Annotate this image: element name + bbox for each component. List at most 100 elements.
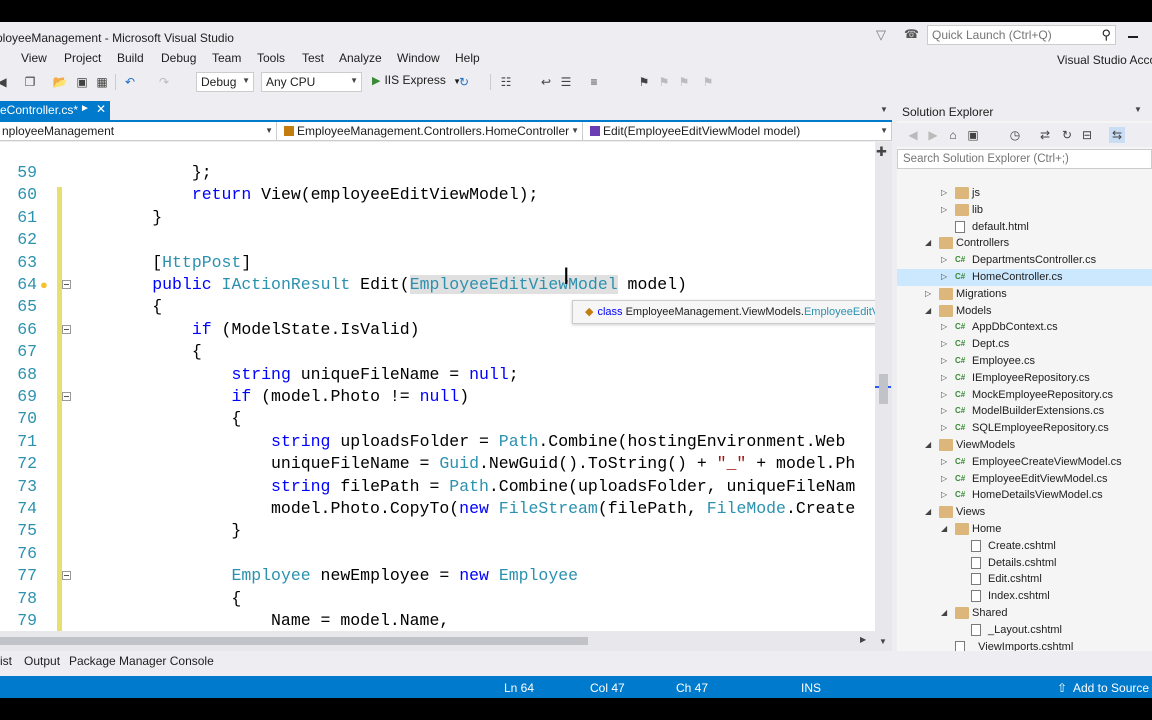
- split-window-icon[interactable]: ✚: [876, 144, 887, 160]
- bookmark-icon[interactable]: ⚑: [636, 74, 652, 90]
- collapse-arrow-icon[interactable]: ◢: [925, 437, 935, 453]
- code-text[interactable]: public IActionResult Edit(EmployeeEditVi…: [73, 274, 687, 296]
- code-text[interactable]: {: [73, 296, 162, 318]
- code-text[interactable]: }: [73, 520, 241, 542]
- code-text[interactable]: string filePath = Path.Combine(uploadsFo…: [73, 476, 855, 498]
- expand-arrow-icon[interactable]: ▷: [941, 185, 951, 201]
- code-line[interactable]: 69 if (model.Photo != null): [0, 386, 875, 408]
- tree-node[interactable]: ▷ C# HomeController.cs: [897, 269, 1152, 286]
- solution-configuration-combo[interactable]: Debug ▼: [196, 72, 254, 92]
- tree-node[interactable]: Create.cshtml: [897, 538, 1152, 555]
- expand-arrow-icon[interactable]: ▷: [941, 202, 951, 218]
- code-line[interactable]: 63 [HttpPost]: [0, 252, 875, 274]
- collapse-icon[interactable]: [62, 324, 71, 334]
- new-project-icon[interactable]: ❐: [22, 74, 38, 90]
- tree-node[interactable]: ▷ C# EmployeeEditViewModel.cs: [897, 471, 1152, 488]
- tab-error-list[interactable]: ist: [0, 654, 12, 668]
- account-label[interactable]: Visual Studio Accou: [1057, 53, 1152, 67]
- refresh-icon[interactable]: ↻: [1059, 127, 1075, 143]
- menu-item-test[interactable]: Test: [302, 51, 324, 65]
- upload-icon[interactable]: ⇧: [1057, 681, 1067, 695]
- scroll-down-icon[interactable]: ▼: [879, 637, 887, 646]
- expand-arrow-icon[interactable]: ▷: [941, 471, 951, 487]
- tab-package-manager-console[interactable]: Package Manager Console: [69, 654, 214, 668]
- menu-item-project[interactable]: Project: [64, 51, 101, 65]
- tree-node[interactable]: ▷ C# SQLEmployeeRepository.cs: [897, 420, 1152, 437]
- code-text[interactable]: {: [73, 341, 202, 363]
- tree-node[interactable]: ▷ js: [897, 185, 1152, 202]
- menu-item-analyze[interactable]: Analyze: [339, 51, 382, 65]
- code-line[interactable]: 79 Name = model.Name,: [0, 610, 875, 631]
- collapse-arrow-icon[interactable]: ◢: [925, 504, 935, 520]
- collapse-icon[interactable]: [62, 280, 71, 289]
- menu-item-view[interactable]: View: [21, 51, 47, 65]
- tree-node[interactable]: default.html: [897, 219, 1152, 236]
- expand-arrow-icon[interactable]: ▷: [925, 286, 935, 302]
- expand-arrow-icon[interactable]: ▷: [941, 353, 951, 369]
- tab-output[interactable]: Output: [24, 654, 60, 668]
- collapse-icon[interactable]: [62, 392, 71, 401]
- run-button[interactable]: ▶ IIS Express ▼: [372, 73, 461, 91]
- tree-node[interactable]: ◢ Views: [897, 504, 1152, 521]
- close-icon[interactable]: ✕: [96, 102, 106, 116]
- code-line[interactable]: 61 }: [0, 207, 875, 229]
- menu-item-help[interactable]: Help: [455, 51, 480, 65]
- tree-node[interactable]: ◢ Controllers: [897, 235, 1152, 252]
- code-line[interactable]: 67 {: [0, 341, 875, 363]
- pin-icon[interactable]: ►: [80, 103, 90, 114]
- code-text[interactable]: [HttpPost]: [73, 252, 251, 274]
- expand-arrow-icon[interactable]: ▷: [941, 269, 951, 285]
- save-all-icon[interactable]: ▦: [94, 74, 110, 90]
- code-editor[interactable]: 59 }; 60 return View(employeeEditViewMode…: [0, 142, 875, 631]
- code-line[interactable]: 62: [0, 229, 875, 251]
- tree-node[interactable]: ◢ Shared: [897, 605, 1152, 622]
- code-text[interactable]: if (ModelState.IsValid): [73, 319, 420, 341]
- code-text[interactable]: };: [73, 162, 212, 184]
- back-icon[interactable]: ◀: [905, 127, 921, 143]
- tree-node[interactable]: ◢ Home: [897, 521, 1152, 538]
- code-text[interactable]: {: [73, 408, 241, 430]
- expand-arrow-icon[interactable]: ▷: [941, 252, 951, 268]
- collapse-arrow-icon[interactable]: ◢: [941, 605, 951, 621]
- tree-node[interactable]: ▷ C# AppDbContext.cs: [897, 319, 1152, 336]
- tree-node[interactable]: ▷ C# MockEmployeeRepository.cs: [897, 387, 1152, 404]
- code-text[interactable]: {: [73, 588, 241, 610]
- tree-node[interactable]: _Layout.cshtml: [897, 622, 1152, 639]
- home-icon[interactable]: ⌂: [945, 127, 961, 143]
- expand-arrow-icon[interactable]: ▷: [941, 403, 951, 419]
- code-text[interactable]: Name = model.Name,: [73, 610, 449, 631]
- menu-item-build[interactable]: Build: [117, 51, 144, 65]
- format-icon[interactable]: ≡: [586, 74, 602, 90]
- code-line[interactable]: 71 string uploadsFolder = Path.Combine(h…: [0, 431, 875, 453]
- save-icon[interactable]: ▣: [74, 74, 90, 90]
- expand-arrow-icon[interactable]: ▷: [941, 454, 951, 470]
- code-text[interactable]: string uniqueFileName = null;: [73, 364, 518, 386]
- code-line[interactable]: 74 model.Photo.CopyTo(new FileStream(fil…: [0, 498, 875, 520]
- step-icon[interactable]: ↩: [538, 74, 554, 90]
- tree-node[interactable]: Index.cshtml: [897, 588, 1152, 605]
- vertical-scrollbar[interactable]: ✚ ▼: [875, 142, 892, 651]
- collapse-icon[interactable]: [62, 571, 71, 581]
- collapse-arrow-icon[interactable]: ◢: [925, 235, 935, 251]
- collapse-arrow-icon[interactable]: ◢: [925, 303, 935, 319]
- solution-search[interactable]: [897, 149, 1152, 169]
- quick-launch-input[interactable]: [928, 26, 1093, 44]
- back-icon[interactable]: ◀: [0, 74, 10, 90]
- tree-node[interactable]: ▷ lib: [897, 202, 1152, 219]
- tree-node[interactable]: Edit.cshtml: [897, 571, 1152, 588]
- next-bookmark-icon[interactable]: ⚑: [676, 74, 692, 90]
- undo-icon[interactable]: ↶: [122, 74, 138, 90]
- code-line[interactable]: 60 return View(employeeEditViewModel);: [0, 184, 875, 206]
- code-text[interactable]: string uploadsFolder = Path.Combine(host…: [73, 431, 845, 453]
- project-dropdown[interactable]: nployeeManagement ▼: [0, 122, 277, 141]
- tree-node[interactable]: ▷ C# HomeDetailsViewModel.cs: [897, 487, 1152, 504]
- code-text[interactable]: uniqueFileName = Guid.NewGuid().ToString…: [73, 453, 855, 475]
- sync-with-document-icon[interactable]: ⇆: [1109, 127, 1125, 143]
- code-text[interactable]: Employee newEmployee = new Employee: [73, 565, 578, 587]
- tree-node[interactable]: ▷ C# Dept.cs: [897, 336, 1152, 353]
- code-line[interactable]: 59 };: [0, 162, 875, 184]
- code-line[interactable]: 77 Employee newEmployee = new Employee: [0, 565, 875, 587]
- scrollbar-thumb[interactable]: [0, 637, 588, 645]
- solution-search-input[interactable]: [898, 150, 1148, 168]
- code-line[interactable]: 73 string filePath = Path.Combine(upload…: [0, 476, 875, 498]
